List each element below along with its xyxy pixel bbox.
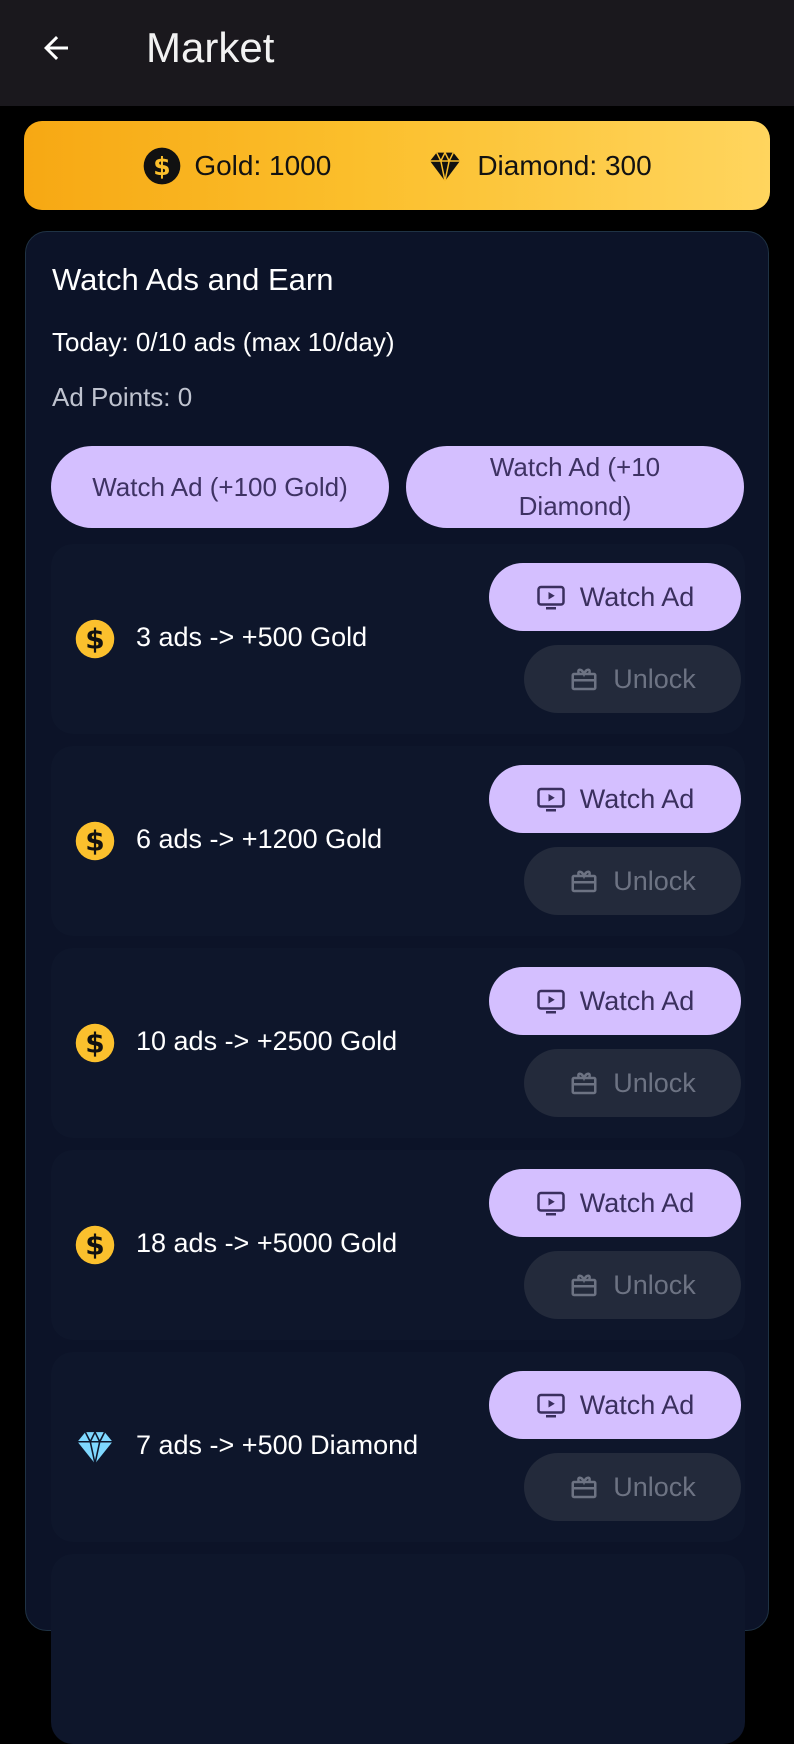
unlock-label: Unlock: [613, 1269, 696, 1300]
gold-balance: $ Gold: 1000: [142, 146, 331, 186]
diamond-balance-label: Diamond: 300: [477, 149, 652, 181]
watch-ad-diamond-button[interactable]: Watch Ad (+10 Diamond): [406, 446, 744, 528]
today-progress: Today: 0/10 ads (max 10/day): [52, 327, 395, 357]
offer-card-partial: [51, 1554, 745, 1744]
diamond-balance: Diamond: 300: [425, 146, 652, 186]
unlock-label: Unlock: [613, 663, 696, 694]
offer-label: 6 ads -> +1200 Gold: [136, 824, 383, 854]
watch-ad-label: Watch Ad: [579, 1187, 695, 1218]
watch-ad-button[interactable]: Watch Ad: [489, 1371, 741, 1439]
offer-card: $ 18 ads -> +5000 Gold Watch Ad Unlock: [51, 1150, 745, 1340]
tv-play-icon: [536, 989, 565, 1014]
unlock-label: Unlock: [613, 865, 696, 896]
tv-play-icon: [536, 1393, 565, 1418]
unlock-label: Unlock: [613, 1471, 696, 1502]
offer-card: $ 10 ads -> +2500 Gold Watch Ad Unlock: [51, 948, 745, 1138]
tv-play-icon: [536, 585, 565, 610]
watch-ad-button[interactable]: Watch Ad: [489, 765, 741, 833]
gold-coin-icon: $: [143, 147, 181, 184]
redeem-icon: [571, 1476, 597, 1499]
card-title: Watch Ads and Earn: [52, 262, 334, 297]
redeem-icon: [571, 668, 597, 691]
redeem-icon: [571, 870, 597, 893]
watch-ad-label: Watch Ad: [579, 783, 695, 814]
watch-ad-button[interactable]: Watch Ad: [489, 967, 741, 1035]
gold-balance-label: Gold: 1000: [194, 149, 332, 181]
svg-text:$: $: [85, 825, 104, 858]
unlock-label: Unlock: [613, 1067, 696, 1098]
page-title: Market: [146, 24, 275, 71]
unlock-button[interactable]: Unlock: [524, 1251, 741, 1319]
diamond-icon: [430, 150, 461, 181]
redeem-icon: [571, 1274, 597, 1297]
tv-play-icon: [536, 787, 565, 812]
watch-ad-diamond-label: Watch Ad (+10 Diamond): [489, 452, 661, 521]
watch-ad-label: Watch Ad: [579, 985, 695, 1016]
offer-label: 7 ads -> +500 Diamond: [136, 1430, 419, 1460]
back-button[interactable]: [30, 22, 82, 74]
watch-ad-label: Watch Ad: [579, 1389, 695, 1420]
offer-card: 7 ads -> +500 Diamond Watch Ad Unlock: [51, 1352, 745, 1542]
watch-ad-gold-button[interactable]: Watch Ad (+100 Gold): [51, 446, 389, 528]
svg-text:$: $: [154, 152, 171, 181]
offer-label: 10 ads -> +2500 Gold: [136, 1026, 398, 1056]
unlock-button[interactable]: Unlock: [524, 847, 741, 915]
svg-text:$: $: [85, 1027, 104, 1060]
unlock-button[interactable]: Unlock: [524, 1453, 741, 1521]
offer-card: $ 6 ads -> +1200 Gold Watch Ad Unlock: [51, 746, 745, 936]
watch-ads-card: Watch Ads and Earn Today: 0/10 ads (max …: [25, 231, 769, 1744]
arrow-back-icon: [44, 36, 68, 60]
gold-coin-icon: $: [74, 618, 116, 660]
svg-text:$: $: [85, 1229, 104, 1262]
gold-coin-icon: $: [74, 1224, 116, 1266]
offer-label: 18 ads -> +5000 Gold: [136, 1228, 398, 1258]
redeem-icon: [571, 1072, 597, 1095]
unlock-button[interactable]: Unlock: [524, 1049, 741, 1117]
watch-ad-button[interactable]: Watch Ad: [489, 1169, 741, 1237]
watch-ad-label: Watch Ad: [579, 581, 695, 612]
diamond-icon: [74, 1426, 116, 1468]
offer-card: $ 3 ads -> +500 Gold Watch Ad Unlock: [51, 544, 745, 734]
svg-text:$: $: [85, 623, 104, 656]
gold-coin-icon: $: [74, 1022, 116, 1064]
watch-ad-gold-label: Watch Ad (+100 Gold): [92, 471, 348, 502]
ad-points: Ad Points: 0: [52, 382, 193, 412]
offer-label: 3 ads -> +500 Gold: [136, 622, 368, 652]
app-bar: Market: [0, 0, 794, 106]
balance-bar: $ Gold: 1000 Diamond: 300: [24, 121, 770, 210]
gold-coin-icon: $: [74, 820, 116, 862]
watch-ad-button[interactable]: Watch Ad: [489, 563, 741, 631]
tv-play-icon: [536, 1191, 565, 1216]
unlock-button[interactable]: Unlock: [524, 645, 741, 713]
